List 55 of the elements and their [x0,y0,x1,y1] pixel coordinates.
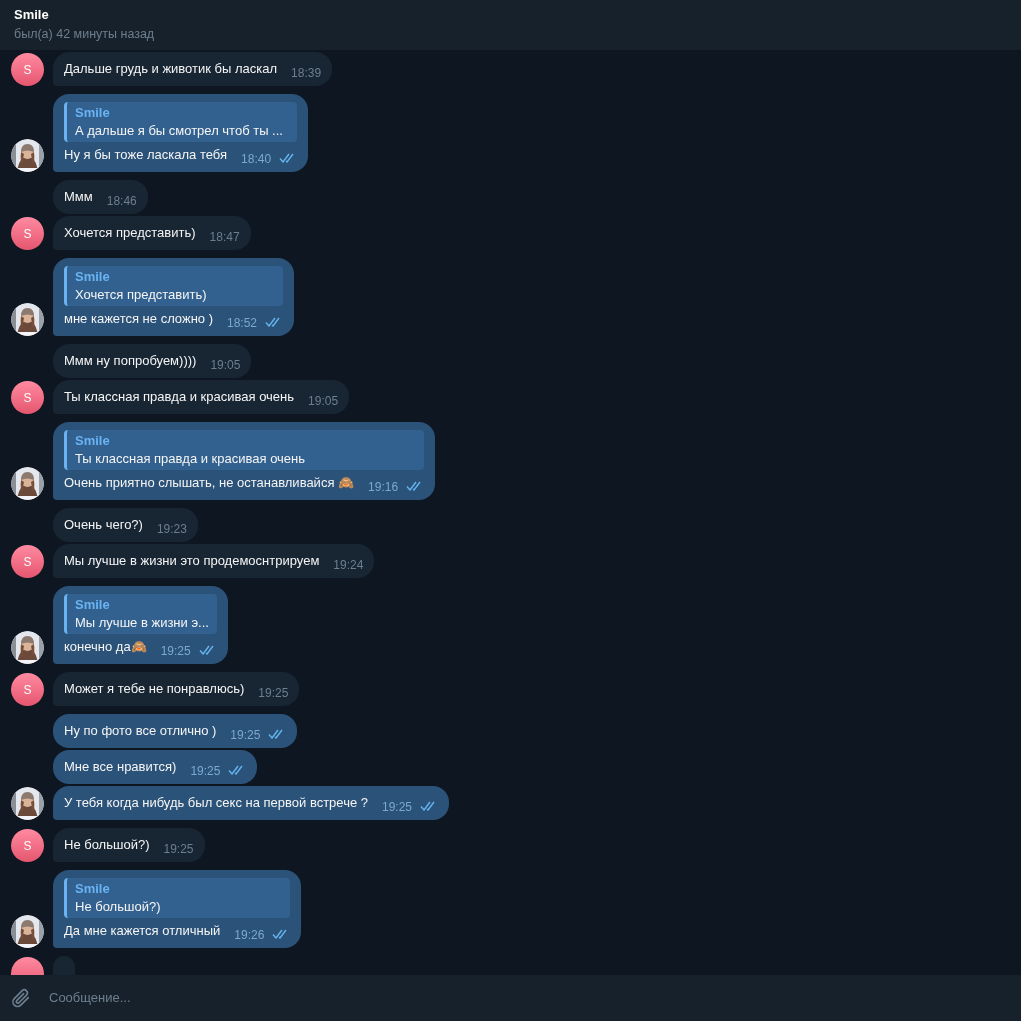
message-text: Да мне кажется отличный [64,922,221,940]
message-text: Ну по фото все отлично ) [64,722,217,740]
message-text: Мы лучше в жизни это продемоснтрируем [64,552,320,570]
message-time: 19:23 [156,522,187,536]
reply-text: Мы лучше в жизни э... [75,614,209,632]
message-text: Очень приятно слышать, не останавливайся 🙈 [64,474,355,492]
message-text: мне кажется не сложно ) [64,310,213,328]
message-time: 18:47 [209,230,240,244]
avatar: S [11,217,44,250]
message-time: 19:05 [210,358,241,372]
message-input[interactable]: Сообщение... [47,987,747,1009]
last-seen-status: был(а) 42 минуты назад [14,26,156,43]
message-text: Ммм [64,188,93,206]
reply-text: А дальше я бы смотрел чтоб ты ... [75,122,284,140]
avatar: S [11,381,44,414]
message-text: конечно да🙈 [64,638,147,656]
chat-title: Smile [14,6,50,24]
message-text: У тебя когда нибудь был секс на первой встрече ? [64,794,368,812]
reply-author: Smile [75,432,111,450]
message-time: 19:25 [382,800,413,814]
message-text: Может я тебе не понравлюсь) [64,680,245,698]
avatar: S [11,53,44,86]
reply-author: Smile [75,104,111,122]
avatar: S [11,673,44,706]
reply-author: Smile [75,596,111,614]
message-text: Ну я бы тоже ласкала тебя [64,146,228,164]
reply-text: Не большой?) [75,898,162,916]
attach-icon[interactable] [10,987,32,1009]
message-time: 18:52 [227,316,258,330]
message-text: Ммм ну попробуем)))) [64,352,197,370]
message-text: Дальше грудь и животик бы ласкал [64,60,278,78]
avatar: S [11,829,44,862]
message-composer[interactable]: Сообщение... [0,975,1021,1021]
message-text: Мне все нравится) [64,758,177,776]
message-time: 19:25 [160,644,191,658]
reply-author: Smile [75,268,111,286]
message-time: 18:40 [241,152,272,166]
message-text: Не большой?) [64,836,150,854]
message-time: 19:24 [333,558,364,572]
message-time: 19:05 [308,394,339,408]
message-text: Очень чего?) [64,516,143,534]
message-text: Ты классная правда и красивая очень [64,388,295,406]
message-time: 19:25 [190,764,221,778]
reply-author: Smile [75,880,111,898]
message-time: 18:46 [106,194,137,208]
message-time: 19:26 [234,928,265,942]
message-time: 19:16 [368,480,399,494]
message-time: 19:25 [230,728,261,742]
reply-text: Ты классная правда и красивая очень [75,450,307,468]
reply-text: Хочется представить) [75,286,208,304]
message-time: 18:39 [291,66,322,80]
message-text: Хочется представить) [64,224,196,242]
message-time: 19:25 [258,686,289,700]
avatar: S [11,545,44,578]
message-time: 19:25 [163,842,194,856]
